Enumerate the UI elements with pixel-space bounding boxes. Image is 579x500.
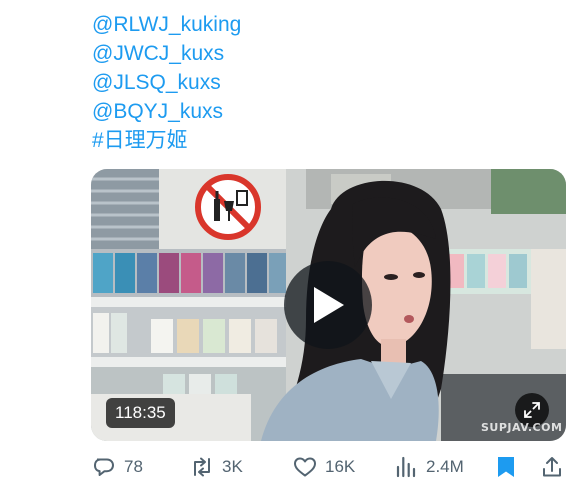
share-icon [543, 457, 561, 477]
play-icon [314, 287, 344, 323]
video-player[interactable]: 118:35 SUPJAV.COM [91, 169, 566, 441]
hashtag-link[interactable]: #日理万姬 [92, 126, 241, 155]
video-duration: 118:35 [106, 398, 175, 428]
repost-button[interactable]: 3K [190, 452, 243, 482]
views-button[interactable]: 2.4M [394, 452, 464, 482]
mention-link-bqyj[interactable]: @BQYJ_kuxs [92, 97, 241, 126]
bookmark-button[interactable] [495, 452, 517, 482]
expand-icon [524, 402, 540, 418]
repost-icon [194, 457, 210, 477]
analytics-icon [396, 456, 416, 478]
like-count: 16K [325, 457, 356, 476]
repost-count: 3K [222, 457, 243, 476]
like-button[interactable]: 16K [293, 452, 355, 482]
mention-link-jwcj[interactable]: @JWCJ_kuxs [92, 39, 241, 68]
bookmark-filled-icon [498, 457, 514, 477]
heart-icon [294, 457, 316, 477]
reply-button[interactable]: 78 [92, 452, 143, 482]
tweet-actions: 78 3K 16K 2.4M [0, 452, 579, 482]
reply-count: 78 [124, 457, 143, 476]
mention-link-jlsq[interactable]: @JLSQ_kuxs [92, 68, 241, 97]
video-watermark: SUPJAV.COM [481, 421, 563, 434]
share-button[interactable] [540, 452, 564, 482]
tweet-text: @RLWJ_kuking @JWCJ_kuxs @JLSQ_kuxs @BQYJ… [92, 10, 241, 155]
reply-icon [94, 458, 114, 476]
mention-link-rlwj[interactable]: @RLWJ_kuking [92, 10, 241, 39]
view-count: 2.4M [426, 457, 464, 476]
play-button[interactable] [284, 261, 372, 349]
